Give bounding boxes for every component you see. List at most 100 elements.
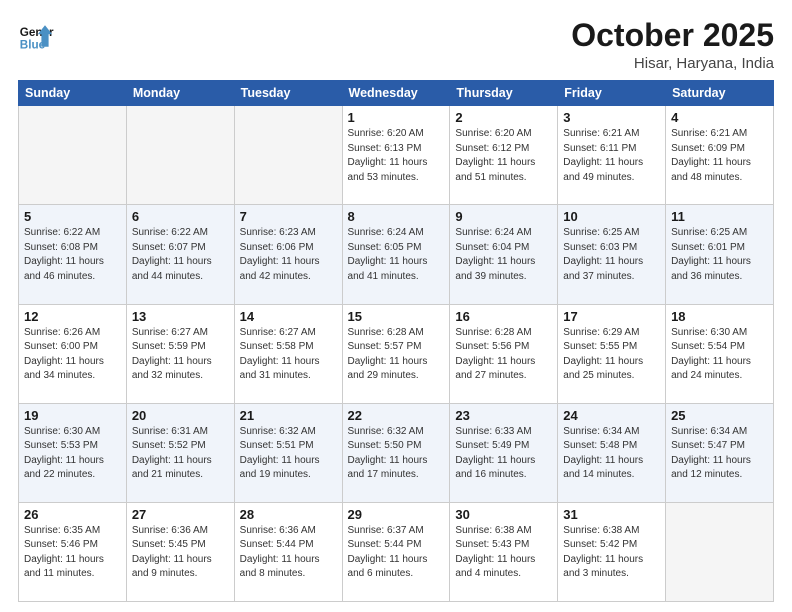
- day-cell-26: 26 Sunrise: 6:35 AMSunset: 5:46 PMDayligh…: [19, 502, 127, 601]
- day-cell-24: 24Sunrise: 6:34 AMSunset: 5:48 PMDayligh…: [558, 403, 666, 502]
- empty-cell: [666, 502, 774, 601]
- day-number: 3: [563, 110, 660, 125]
- location: Hisar, Haryana, India: [571, 55, 774, 72]
- day-cell-19: 19 Sunrise: 6:30 AMSunset: 5:53 PMDayligh…: [19, 403, 127, 502]
- day-cell-13: 13Sunrise: 6:27 AMSunset: 5:59 PMDayligh…: [126, 304, 234, 403]
- day-cell-28: 28 Sunrise: 6:36 AMSunset: 5:44 PMDayligh…: [234, 502, 342, 601]
- empty-cell: [126, 106, 234, 205]
- day-info: Sunrise: 6:34 AMSunset: 5:48 PMDaylight:…: [563, 425, 660, 483]
- day-cell-20: 20 Sunrise: 6:31 AMSunset: 5:52 PMDayligh…: [126, 403, 234, 502]
- day-info: Sunrise: 6:30 AMSunset: 5:53 PMDaylight:…: [24, 425, 121, 483]
- day-cell-12: 12 Sunrise: 6:26 AMSunset: 6:00 PMDayligh…: [19, 304, 127, 403]
- day-cell-29: 29 Sunrise: 6:37 AMSunset: 5:44 PMDayligh…: [342, 502, 450, 601]
- day-number: 2: [455, 110, 552, 125]
- day-cell-2: 2Sunrise: 6:20 AMSunset: 6:12 PMDaylight…: [450, 106, 558, 205]
- day-number: 5: [24, 209, 121, 224]
- day-number: 20: [132, 408, 229, 423]
- day-number: 15: [348, 309, 445, 324]
- day-cell-27: 27 Sunrise: 6:36 AMSunset: 5:45 PMDayligh…: [126, 502, 234, 601]
- day-info: Sunrise: 6:29 AMSunset: 5:55 PMDaylight:…: [563, 326, 660, 384]
- week-row-1: 1Sunrise: 6:20 AMSunset: 6:13 PMDaylight…: [19, 106, 774, 205]
- week-row-3: 12 Sunrise: 6:26 AMSunset: 6:00 PMDayligh…: [19, 304, 774, 403]
- day-info: Sunrise: 6:27 AMSunset: 5:58 PMDaylight:…: [240, 326, 337, 384]
- day-info: Sunrise: 6:21 AMSunset: 6:09 PMDaylight:…: [671, 127, 768, 185]
- logo: General Blue: [18, 18, 54, 54]
- day-number: 6: [132, 209, 229, 224]
- day-cell-9: 9 Sunrise: 6:24 AMSunset: 6:04 PMDaylight…: [450, 205, 558, 304]
- day-number: 16: [455, 309, 552, 324]
- header: General Blue October 2025 Hisar, Haryana…: [18, 18, 774, 72]
- calendar: SundayMondayTuesdayWednesdayThursdayFrid…: [18, 80, 774, 602]
- day-number: 29: [348, 507, 445, 522]
- day-cell-6: 6 Sunrise: 6:22 AMSunset: 6:07 PMDaylight…: [126, 205, 234, 304]
- day-cell-5: 5Sunrise: 6:22 AMSunset: 6:08 PMDaylight…: [19, 205, 127, 304]
- day-info: Sunrise: 6:30 AMSunset: 5:54 PMDaylight:…: [671, 326, 768, 384]
- day-cell-8: 8 Sunrise: 6:24 AMSunset: 6:05 PMDaylight…: [342, 205, 450, 304]
- day-number: 17: [563, 309, 660, 324]
- day-cell-17: 17 Sunrise: 6:29 AMSunset: 5:55 PMDayligh…: [558, 304, 666, 403]
- days-header-row: SundayMondayTuesdayWednesdayThursdayFrid…: [19, 81, 774, 106]
- day-number: 10: [563, 209, 660, 224]
- day-cell-31: 31 Sunrise: 6:38 AMSunset: 5:42 PMDayligh…: [558, 502, 666, 601]
- day-number: 1: [348, 110, 445, 125]
- day-header-saturday: Saturday: [666, 81, 774, 106]
- day-info: Sunrise: 6:38 AMSunset: 5:43 PMDaylight:…: [455, 524, 552, 582]
- day-number: 19: [24, 408, 121, 423]
- week-row-4: 19 Sunrise: 6:30 AMSunset: 5:53 PMDayligh…: [19, 403, 774, 502]
- day-number: 11: [671, 209, 768, 224]
- day-number: 25: [671, 408, 768, 423]
- day-info: Sunrise: 6:32 AMSunset: 5:51 PMDaylight:…: [240, 425, 337, 483]
- day-info: Sunrise: 6:37 AMSunset: 5:44 PMDaylight:…: [348, 524, 445, 582]
- day-cell-21: 21Sunrise: 6:32 AMSunset: 5:51 PMDayligh…: [234, 403, 342, 502]
- day-number: 31: [563, 507, 660, 522]
- day-header-thursday: Thursday: [450, 81, 558, 106]
- day-number: 14: [240, 309, 337, 324]
- day-number: 28: [240, 507, 337, 522]
- day-header-friday: Friday: [558, 81, 666, 106]
- day-cell-10: 10 Sunrise: 6:25 AMSunset: 6:03 PMDayligh…: [558, 205, 666, 304]
- day-info: Sunrise: 6:26 AMSunset: 6:00 PMDaylight:…: [24, 326, 121, 384]
- day-cell-22: 22Sunrise: 6:32 AMSunset: 5:50 PMDayligh…: [342, 403, 450, 502]
- day-header-wednesday: Wednesday: [342, 81, 450, 106]
- day-info: Sunrise: 6:34 AMSunset: 5:47 PMDaylight:…: [671, 425, 768, 483]
- day-cell-25: 25 Sunrise: 6:34 AMSunset: 5:47 PMDayligh…: [666, 403, 774, 502]
- day-cell-4: 4Sunrise: 6:21 AMSunset: 6:09 PMDaylight…: [666, 106, 774, 205]
- day-cell-11: 11 Sunrise: 6:25 AMSunset: 6:01 PMDayligh…: [666, 205, 774, 304]
- day-number: 13: [132, 309, 229, 324]
- day-number: 9: [455, 209, 552, 224]
- day-cell-15: 15 Sunrise: 6:28 AMSunset: 5:57 PMDayligh…: [342, 304, 450, 403]
- day-info: Sunrise: 6:23 AMSunset: 6:06 PMDaylight:…: [240, 226, 337, 284]
- week-row-5: 26 Sunrise: 6:35 AMSunset: 5:46 PMDayligh…: [19, 502, 774, 601]
- day-info: Sunrise: 6:24 AMSunset: 6:05 PMDaylight:…: [348, 226, 445, 284]
- empty-cell: [234, 106, 342, 205]
- day-info: Sunrise: 6:28 AMSunset: 5:57 PMDaylight:…: [348, 326, 445, 384]
- day-info: Sunrise: 6:21 AMSunset: 6:11 PMDaylight:…: [563, 127, 660, 185]
- day-number: 8: [348, 209, 445, 224]
- day-cell-16: 16 Sunrise: 6:28 AMSunset: 5:56 PMDayligh…: [450, 304, 558, 403]
- logo-icon: General Blue: [18, 18, 54, 54]
- day-info: Sunrise: 6:24 AMSunset: 6:04 PMDaylight:…: [455, 226, 552, 284]
- day-cell-30: 30Sunrise: 6:38 AMSunset: 5:43 PMDayligh…: [450, 502, 558, 601]
- day-info: Sunrise: 6:36 AMSunset: 5:45 PMDaylight:…: [132, 524, 229, 582]
- day-info: Sunrise: 6:25 AMSunset: 6:01 PMDaylight:…: [671, 226, 768, 284]
- day-cell-7: 7Sunrise: 6:23 AMSunset: 6:06 PMDaylight…: [234, 205, 342, 304]
- day-number: 26: [24, 507, 121, 522]
- day-cell-23: 23 Sunrise: 6:33 AMSunset: 5:49 PMDayligh…: [450, 403, 558, 502]
- day-info: Sunrise: 6:32 AMSunset: 5:50 PMDaylight:…: [348, 425, 445, 483]
- day-info: Sunrise: 6:36 AMSunset: 5:44 PMDaylight:…: [240, 524, 337, 582]
- day-number: 18: [671, 309, 768, 324]
- day-info: Sunrise: 6:25 AMSunset: 6:03 PMDaylight:…: [563, 226, 660, 284]
- day-info: Sunrise: 6:31 AMSunset: 5:52 PMDaylight:…: [132, 425, 229, 483]
- day-info: Sunrise: 6:35 AMSunset: 5:46 PMDaylight:…: [24, 524, 121, 582]
- day-number: 23: [455, 408, 552, 423]
- day-info: Sunrise: 6:28 AMSunset: 5:56 PMDaylight:…: [455, 326, 552, 384]
- page: General Blue October 2025 Hisar, Haryana…: [0, 0, 792, 612]
- day-info: Sunrise: 6:38 AMSunset: 5:42 PMDaylight:…: [563, 524, 660, 582]
- empty-cell: [19, 106, 127, 205]
- day-number: 12: [24, 309, 121, 324]
- day-info: Sunrise: 6:22 AMSunset: 6:07 PMDaylight:…: [132, 226, 229, 284]
- day-number: 27: [132, 507, 229, 522]
- day-cell-18: 18 Sunrise: 6:30 AMSunset: 5:54 PMDayligh…: [666, 304, 774, 403]
- day-info: Sunrise: 6:33 AMSunset: 5:49 PMDaylight:…: [455, 425, 552, 483]
- title-block: October 2025 Hisar, Haryana, India: [571, 18, 774, 72]
